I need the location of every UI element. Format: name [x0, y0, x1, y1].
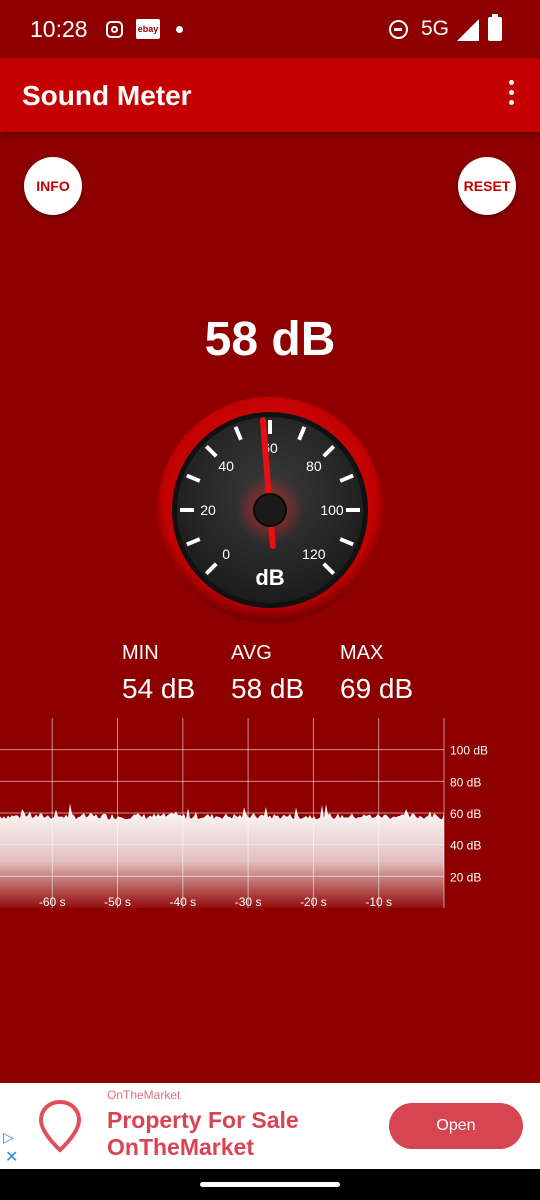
gauge-tick-label: 120	[302, 546, 326, 562]
chart-x-tick-label: -40 s	[169, 895, 196, 909]
chart-x-tick-label: -50 s	[104, 895, 131, 909]
current-reading: 58 dB	[204, 313, 336, 366]
notification-dot-icon	[176, 26, 183, 33]
stat-max-value: 69 dB	[340, 673, 414, 704]
ad-choices-icon[interactable]: ▷	[3, 1129, 14, 1146]
chart-y-tick-label: 20 dB	[450, 870, 481, 884]
sound-gauge: 020406080100120 dB	[157, 397, 383, 623]
stat-max-label: MAX	[340, 642, 384, 664]
more-vert-icon[interactable]	[500, 80, 522, 110]
chart-y-tick-label: 80 dB	[450, 775, 481, 789]
ad-brand: OnTheMarket	[107, 1088, 181, 1102]
gauge-tick-label: 80	[306, 458, 322, 474]
stats-panel: MIN 54 dB AVG 58 dB MAX 69 dB	[0, 642, 540, 712]
home-handle[interactable]	[200, 1182, 340, 1187]
ad-headline-line2: OnTheMarket	[107, 1134, 254, 1160]
chart-y-labels: 100 dB 80 dB 60 dB 40 dB 20 dB	[450, 744, 488, 885]
ad-banner[interactable]: OnTheMarket Property For Sale OnTheMarke…	[0, 1083, 540, 1169]
stat-avg: AVG 58 dB	[231, 642, 304, 705]
stat-avg-label: AVG	[231, 642, 272, 664]
gauge-tick-label: 20	[200, 502, 216, 518]
stat-max: MAX 69 dB	[340, 642, 413, 705]
gauge-tick-label: 0	[222, 546, 230, 562]
chart-y-tick-label: 40 dB	[450, 839, 481, 853]
chart-y-tick-label: 100 dB	[450, 744, 488, 758]
ad-headline: Property For Sale OnTheMarket	[107, 1107, 299, 1161]
gauge-tick-label: 100	[320, 502, 344, 518]
status-bar: 10:28 ebay 5G	[0, 0, 540, 58]
stat-avg-value: 58 dB	[231, 673, 305, 704]
gauge-tick-label: 40	[218, 458, 234, 474]
signal-icon	[457, 19, 479, 41]
gauge-hub	[253, 493, 287, 527]
chart-y-tick-label: 60 dB	[450, 807, 481, 821]
chart-x-tick-label: -60 s	[39, 895, 66, 909]
ad-open-button[interactable]: Open	[389, 1103, 523, 1149]
app-title: Sound Meter	[22, 80, 192, 111]
ebay-icon: ebay	[136, 19, 160, 39]
chart-x-tick-label: -10 s	[365, 895, 392, 909]
status-time: 10:28	[30, 16, 88, 42]
history-chart: 100 dB 80 dB 60 dB 40 dB 20 dB -60 s -50 s -40…	[0, 718, 488, 909]
do-not-disturb-icon	[389, 20, 408, 39]
reset-button[interactable]: RESET	[458, 157, 516, 215]
chart-x-tick-label: -30 s	[235, 895, 262, 909]
location-pin-icon	[38, 1099, 82, 1153]
close-icon[interactable]: ✕	[5, 1147, 18, 1167]
info-button[interactable]: INFO	[24, 157, 82, 215]
chart-x-tick-label: -20 s	[300, 895, 327, 909]
stat-min: MIN 54 dB	[122, 642, 195, 705]
instagram-icon	[106, 21, 123, 38]
navigation-bar	[0, 1169, 540, 1200]
ad-headline-line1: Property For Sale	[107, 1107, 299, 1133]
network-type: 5G	[421, 17, 450, 40]
gauge-unit: dB	[255, 565, 284, 590]
app-bar: Sound Meter	[0, 58, 540, 132]
stat-min-value: 54 dB	[122, 673, 196, 704]
chart-area	[0, 803, 444, 908]
stat-min-label: MIN	[122, 642, 159, 664]
battery-icon	[488, 14, 502, 41]
